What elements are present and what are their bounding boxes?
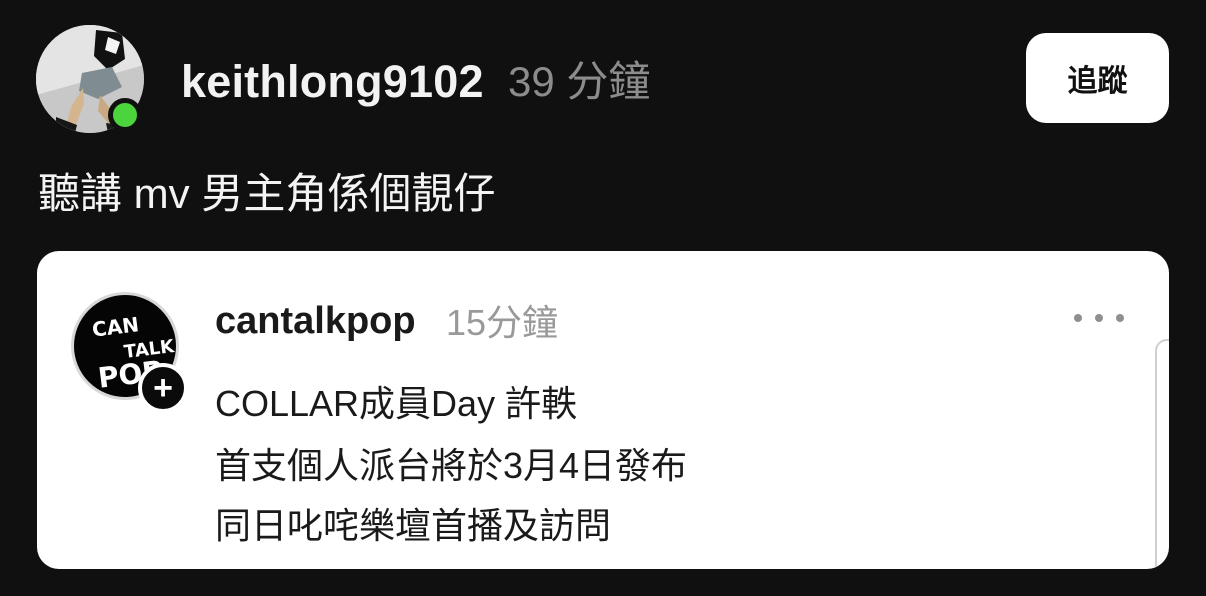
plus-icon[interactable]: + bbox=[138, 363, 188, 413]
quoted-post-time: 15分鐘 bbox=[446, 302, 559, 343]
more-dot bbox=[1095, 314, 1103, 322]
scroll-rail bbox=[1155, 339, 1169, 569]
quoted-post-line: 首支個人派台將於3月4日發布 bbox=[215, 445, 688, 486]
quoted-post-card[interactable]: CAN TALK POP + cantalkpop 15分鐘 COLLAR成員D… bbox=[37, 251, 1169, 569]
logo-text-can: CAN bbox=[90, 312, 141, 342]
more-horizontal-icon[interactable] bbox=[1074, 312, 1124, 324]
quoted-author-username[interactable]: cantalkpop bbox=[215, 297, 416, 345]
quoted-post-line: COLLAR成員Day 許軼 bbox=[215, 383, 578, 424]
online-status-indicator bbox=[108, 98, 142, 132]
post-text: 聽講 mv 男主角係個靚仔 bbox=[38, 170, 496, 217]
more-dot bbox=[1116, 314, 1124, 322]
threads-post-screen: keithlong9102 39 分鐘 追蹤 聽講 mv 男主角係個靚仔 CAN… bbox=[0, 0, 1206, 596]
post-author-username[interactable]: keithlong9102 bbox=[181, 56, 484, 108]
post-time: 39 分鐘 bbox=[508, 58, 651, 105]
follow-button[interactable]: 追蹤 bbox=[1026, 33, 1169, 123]
more-dot bbox=[1074, 314, 1082, 322]
quoted-post-line: 同日叱咤樂壇首播及訪問 bbox=[215, 505, 612, 546]
